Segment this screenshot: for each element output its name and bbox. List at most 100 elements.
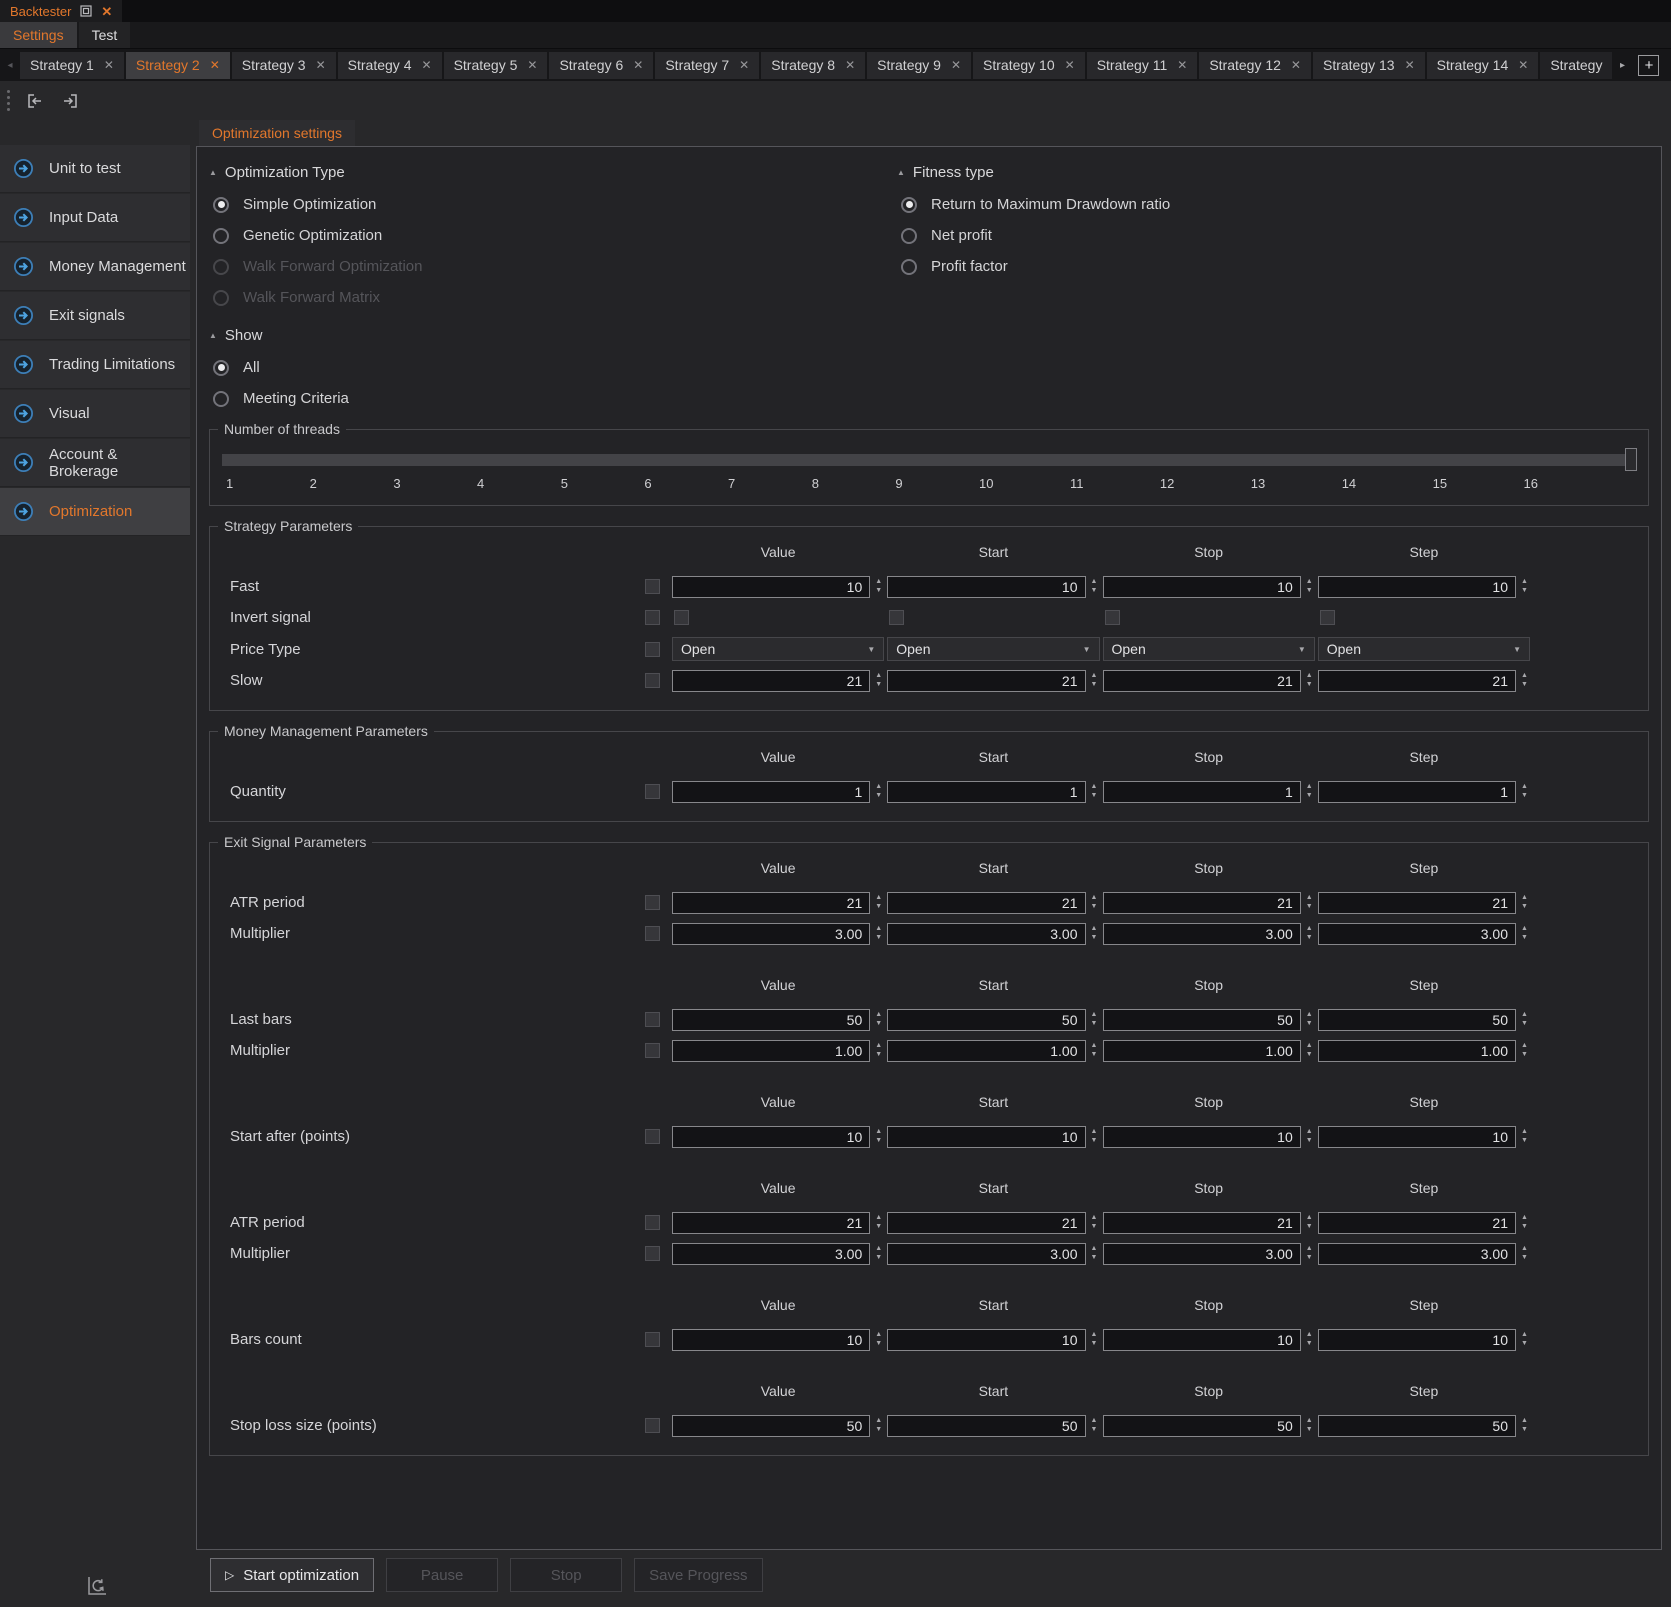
optimize-row-checkbox[interactable] bbox=[645, 1012, 660, 1027]
strategy-tab[interactable]: Strategy 10 ✕ bbox=[973, 52, 1085, 79]
spinner-arrows[interactable]: ▲▼ bbox=[1519, 579, 1530, 594]
spinner-arrows[interactable]: ▲▼ bbox=[1089, 895, 1100, 910]
number-input[interactable]: 1 bbox=[887, 781, 1085, 803]
spinner-arrows[interactable]: ▲▼ bbox=[1089, 926, 1100, 941]
number-input[interactable]: 21 bbox=[887, 1212, 1085, 1234]
sidebar-item[interactable]: Trading Limitations bbox=[0, 341, 190, 389]
strategy-tab[interactable]: Strategy 7 ✕ bbox=[655, 52, 759, 79]
number-input[interactable]: 10 bbox=[1103, 1126, 1301, 1148]
spinner-arrows[interactable]: ▲▼ bbox=[1304, 926, 1315, 941]
main-tab[interactable]: Test bbox=[79, 22, 131, 48]
spinner-arrows[interactable]: ▲▼ bbox=[1519, 1215, 1530, 1230]
spinner-arrows[interactable]: ▲▼ bbox=[1304, 895, 1315, 910]
value-checkbox[interactable] bbox=[674, 610, 689, 625]
number-input[interactable]: 21 bbox=[672, 1212, 870, 1234]
toolbar-grip-handle[interactable] bbox=[7, 90, 10, 111]
number-input[interactable]: 3.00 bbox=[672, 923, 870, 945]
number-input[interactable]: 50 bbox=[672, 1009, 870, 1031]
spinner-arrows[interactable]: ▲▼ bbox=[1304, 673, 1315, 688]
spinner-arrows[interactable]: ▲▼ bbox=[1519, 784, 1530, 799]
main-tab[interactable]: Settings bbox=[0, 22, 77, 48]
spinner-arrows[interactable]: ▲▼ bbox=[1519, 673, 1530, 688]
dropdown-select[interactable]: Open ▼ bbox=[672, 637, 884, 661]
close-tab-icon[interactable]: ✕ bbox=[104, 59, 114, 71]
spinner-arrows[interactable]: ▲▼ bbox=[1519, 1043, 1530, 1058]
number-input[interactable]: 10 bbox=[887, 1126, 1085, 1148]
number-input[interactable]: 21 bbox=[1318, 892, 1516, 914]
close-tab-icon[interactable]: ✕ bbox=[845, 59, 855, 71]
number-input[interactable]: 50 bbox=[887, 1009, 1085, 1031]
strategy-tab-overflow[interactable]: Strategy bbox=[1540, 52, 1612, 79]
spinner-arrows[interactable]: ▲▼ bbox=[873, 784, 884, 799]
optimize-row-checkbox[interactable] bbox=[645, 1215, 660, 1230]
strategy-tab[interactable]: Strategy 11 ✕ bbox=[1087, 52, 1198, 79]
number-input[interactable]: 21 bbox=[1318, 1212, 1516, 1234]
optimize-row-checkbox[interactable] bbox=[645, 610, 660, 625]
number-input[interactable]: 1.00 bbox=[887, 1040, 1085, 1062]
number-input[interactable]: 50 bbox=[887, 1415, 1085, 1437]
close-tab-icon[interactable]: ✕ bbox=[1065, 59, 1075, 71]
refresh-icon[interactable] bbox=[85, 1574, 109, 1603]
spinner-arrows[interactable]: ▲▼ bbox=[1519, 1129, 1530, 1144]
slider-track[interactable] bbox=[222, 454, 1636, 466]
optimize-row-checkbox[interactable] bbox=[645, 895, 660, 910]
spinner-arrows[interactable]: ▲▼ bbox=[1519, 1012, 1530, 1027]
spinner-arrows[interactable]: ▲▼ bbox=[1089, 1215, 1100, 1230]
number-input[interactable]: 50 bbox=[1318, 1009, 1516, 1031]
radio-icon[interactable] bbox=[213, 197, 229, 213]
optimize-row-checkbox[interactable] bbox=[645, 1043, 660, 1058]
spinner-arrows[interactable]: ▲▼ bbox=[1304, 1043, 1315, 1058]
number-input[interactable]: 50 bbox=[1103, 1009, 1301, 1031]
spinner-arrows[interactable]: ▲▼ bbox=[1304, 1418, 1315, 1433]
optimize-row-checkbox[interactable] bbox=[645, 579, 660, 594]
dropdown-select[interactable]: Open ▼ bbox=[887, 637, 1099, 661]
number-input[interactable]: 1 bbox=[1103, 781, 1301, 803]
number-input[interactable]: 21 bbox=[1318, 670, 1516, 692]
spinner-arrows[interactable]: ▲▼ bbox=[873, 673, 884, 688]
number-input[interactable]: 10 bbox=[887, 576, 1085, 598]
scroll-tabs-left-icon[interactable]: ◂ bbox=[2, 60, 18, 71]
number-input[interactable]: 10 bbox=[1318, 1329, 1516, 1351]
strategy-tab[interactable]: Strategy 4 ✕ bbox=[338, 52, 442, 79]
strategy-tab[interactable]: Strategy 14 ✕ bbox=[1427, 52, 1539, 79]
optimization-type-radio[interactable]: Simple Optimization bbox=[213, 196, 897, 213]
dropdown-select[interactable]: Open ▼ bbox=[1318, 637, 1530, 661]
fitness-type-radio[interactable]: Net profit bbox=[901, 227, 1649, 244]
spinner-arrows[interactable]: ▲▼ bbox=[1089, 784, 1100, 799]
spinner-arrows[interactable]: ▲▼ bbox=[1519, 895, 1530, 910]
close-tab-icon[interactable]: ✕ bbox=[633, 59, 643, 71]
action-button[interactable]: ▷ Stop bbox=[510, 1558, 622, 1592]
number-input[interactable]: 21 bbox=[672, 892, 870, 914]
strategy-tab[interactable]: Strategy 3 ✕ bbox=[232, 52, 336, 79]
number-input[interactable]: 1 bbox=[672, 781, 870, 803]
slider-handle[interactable] bbox=[1625, 448, 1637, 471]
spinner-arrows[interactable]: ▲▼ bbox=[1519, 926, 1530, 941]
spinner-arrows[interactable]: ▲▼ bbox=[873, 1418, 884, 1433]
number-input[interactable]: 10 bbox=[1103, 576, 1301, 598]
dock-export-icon[interactable] bbox=[60, 91, 80, 111]
optimization-type-radio[interactable]: Walk Forward Matrix bbox=[213, 289, 897, 306]
section-header[interactable]: ▲ Show bbox=[209, 327, 1649, 344]
strategy-tab[interactable]: Strategy 12 ✕ bbox=[1199, 52, 1311, 79]
spinner-arrows[interactable]: ▲▼ bbox=[1304, 1012, 1315, 1027]
strategy-tab[interactable]: Strategy 8 ✕ bbox=[761, 52, 865, 79]
spinner-arrows[interactable]: ▲▼ bbox=[1304, 579, 1315, 594]
number-input[interactable]: 10 bbox=[887, 1329, 1085, 1351]
number-input[interactable]: 3.00 bbox=[1318, 1243, 1516, 1265]
radio-icon[interactable] bbox=[901, 259, 917, 275]
optimization-type-radio[interactable]: Genetic Optimization bbox=[213, 227, 897, 244]
sidebar-item[interactable]: Visual bbox=[0, 390, 190, 438]
spinner-arrows[interactable]: ▲▼ bbox=[1304, 1129, 1315, 1144]
strategy-tab[interactable]: Strategy 6 ✕ bbox=[549, 52, 653, 79]
number-input[interactable]: 10 bbox=[672, 1329, 870, 1351]
close-tab-icon[interactable]: ✕ bbox=[316, 59, 326, 71]
close-tab-icon[interactable]: ✕ bbox=[210, 59, 220, 71]
spinner-arrows[interactable]: ▲▼ bbox=[1304, 1246, 1315, 1261]
threads-slider[interactable] bbox=[222, 448, 1636, 472]
spinner-arrows[interactable]: ▲▼ bbox=[873, 1332, 884, 1347]
spinner-arrows[interactable]: ▲▼ bbox=[1089, 1332, 1100, 1347]
number-input[interactable]: 21 bbox=[1103, 892, 1301, 914]
restore-window-icon[interactable] bbox=[80, 5, 92, 17]
value-checkbox[interactable] bbox=[1105, 610, 1120, 625]
close-tab-icon[interactable]: ✕ bbox=[1177, 59, 1187, 71]
